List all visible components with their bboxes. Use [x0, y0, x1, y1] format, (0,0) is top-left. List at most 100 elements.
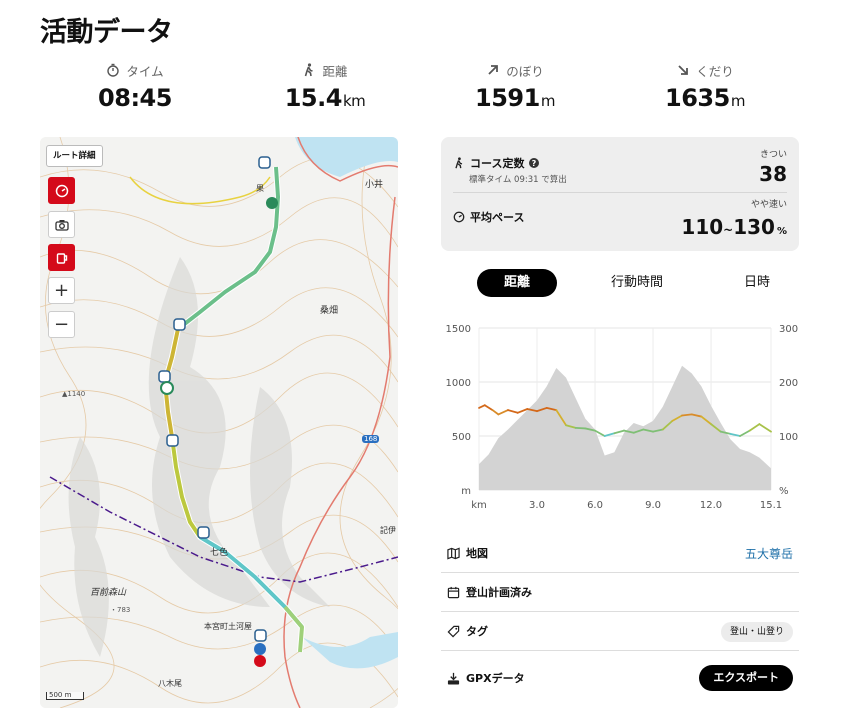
hiker-icon	[305, 63, 314, 77]
info-row-plan[interactable]: 登山計画済み	[441, 574, 799, 612]
course-constant-value: 38	[759, 162, 787, 186]
y-right-tick: 300	[779, 324, 798, 335]
y-left-tick: 1500	[446, 324, 471, 335]
y-left-tick: 1000	[446, 378, 471, 389]
stat-unit: m	[540, 92, 556, 110]
camera-icon	[54, 219, 69, 231]
hiker-icon	[455, 157, 463, 169]
info-label: GPXデータ	[466, 672, 525, 685]
route-map[interactable]: ルート詳細 + − 七色 百前森山 本宮町土河屋 八木尾 桑畑 小井 果 ▲11…	[40, 137, 398, 708]
y-right-tick: 100	[779, 432, 798, 443]
x-tick: 9.0	[645, 500, 661, 511]
map-label: 桑畑	[320, 306, 339, 316]
route-detail-button[interactable]: ルート詳細	[46, 145, 103, 167]
map-label: 本宮町土河屋	[204, 622, 252, 631]
pace-to: 130	[733, 215, 775, 239]
speedometer-icon	[55, 184, 68, 197]
pace-tag: やや速い	[750, 200, 787, 210]
pace-sep: ~	[723, 223, 734, 237]
tag-icon	[447, 625, 460, 637]
stat-value: 1591	[475, 84, 540, 112]
stat-ascent: のぼり 1591m	[420, 60, 610, 113]
y-left-tick: 500	[452, 432, 471, 443]
gpx-icon	[447, 672, 460, 685]
y-left-unit: m	[461, 486, 471, 497]
stat-descent: くだり 1635m	[610, 60, 800, 113]
stat-label: タイム	[126, 63, 164, 79]
course-card: コース定数 ? 標準タイム 09:31 で算出 きつい 38 平均ペース やや速…	[441, 137, 799, 251]
export-button[interactable]: エクスポート	[699, 665, 793, 691]
map-label: 百前森山	[90, 588, 127, 598]
info-row-gpx[interactable]: GPXデータ エクスポート	[441, 660, 799, 698]
pace-line-segment	[483, 404, 494, 411]
stats-bar: タイム 08:45 距離 15.4km のぼり 1591m くだり 1635m	[40, 60, 800, 120]
map-label: 小井	[365, 180, 384, 190]
info-label: 登山計画済み	[466, 586, 532, 599]
pace-title: 平均ペース	[470, 211, 525, 224]
map-label: 果	[256, 184, 264, 193]
info-row-tag[interactable]: タグ 登山・山登り	[441, 613, 799, 651]
svg-text:?: ?	[532, 159, 537, 168]
info-row-map[interactable]: 地図 五大尊岳	[441, 535, 799, 573]
tab-datetime[interactable]: 日時	[717, 269, 797, 297]
elevation-chart-svg: 1500 1000 500 300 200 100 m % km 3.0 6.0 9.0 12.0 15.…	[446, 324, 799, 511]
stat-unit: km	[342, 92, 366, 110]
page-title: 活動データ	[40, 17, 173, 48]
pace-line-segment	[758, 423, 772, 433]
course-constant-title: コース定数	[470, 157, 525, 170]
x-tick: 6.0	[587, 500, 603, 511]
stat-distance: 距離 15.4km	[230, 60, 420, 112]
speedometer-icon	[453, 211, 465, 223]
arrow-down-right-icon	[678, 65, 689, 75]
pace-value: 110~130%	[681, 215, 787, 239]
pace-line-segment	[574, 427, 587, 430]
zoom-out-button[interactable]: −	[48, 311, 75, 338]
course-constant-row: コース定数 ? 標準タイム 09:31 で算出 きつい 38	[453, 145, 787, 193]
map-icon	[447, 547, 460, 559]
course-constant-subtitle: 標準タイム 09:31 で算出	[469, 175, 567, 185]
pace-line-segment	[491, 409, 500, 416]
x-tick: 12.0	[700, 500, 722, 511]
speed-layer-button[interactable]	[48, 177, 75, 204]
map-scale: 500 m	[46, 692, 84, 700]
calendar-icon	[447, 586, 460, 598]
map-label: 記伊	[380, 526, 396, 535]
elevation-area	[479, 365, 771, 490]
map-label: ▲1140	[62, 390, 86, 398]
pace-line-segment	[497, 409, 509, 416]
map-label: ・783	[110, 606, 131, 614]
x-tick: 3.0	[529, 500, 545, 511]
stat-value: 08:45	[98, 84, 172, 112]
stat-label: のぼり	[506, 63, 544, 79]
pace-line-segment	[507, 409, 519, 414]
stat-time: タイム 08:45	[40, 60, 230, 113]
cup-icon	[56, 252, 67, 264]
y-right-tick: 200	[779, 378, 798, 389]
tab-distance[interactable]: 距離	[477, 269, 557, 297]
pace-unit: %	[776, 226, 787, 237]
stat-label: 距離	[322, 63, 348, 79]
zoom-in-button[interactable]: +	[48, 277, 75, 304]
y-right-unit: %	[779, 486, 789, 497]
pace-line-segment	[681, 413, 693, 417]
info-label: 地図	[466, 547, 488, 560]
pace-row: 平均ペース やや速い 110~130%	[453, 195, 787, 247]
elevation-chart: 1500 1000 500 300 200 100 m% km 3.0 6.0 9.0 12.0 15.…	[441, 316, 801, 516]
camera-button[interactable]	[48, 211, 75, 238]
x-unit: km	[471, 500, 487, 511]
stat-value: 15.4	[284, 84, 343, 112]
tag-pill[interactable]: 登山・山登り	[720, 622, 793, 642]
pace-line-segment	[748, 423, 761, 432]
cup-layer-button[interactable]	[48, 244, 75, 271]
tab-moving-time[interactable]: 行動時間	[597, 269, 677, 297]
help-icon[interactable]: ?	[529, 158, 540, 168]
x-tick: 15.1	[760, 500, 782, 511]
road-number-badge: 168	[362, 435, 380, 443]
arrow-up-right-icon	[488, 65, 499, 75]
map-label: 七色	[210, 548, 229, 558]
map-name-link[interactable]: 五大尊岳	[745, 545, 793, 562]
pace-line-segment	[739, 429, 751, 437]
map-label: 八木尾	[158, 679, 182, 688]
stopwatch-icon	[107, 63, 120, 77]
pace-line-segment	[478, 404, 486, 409]
